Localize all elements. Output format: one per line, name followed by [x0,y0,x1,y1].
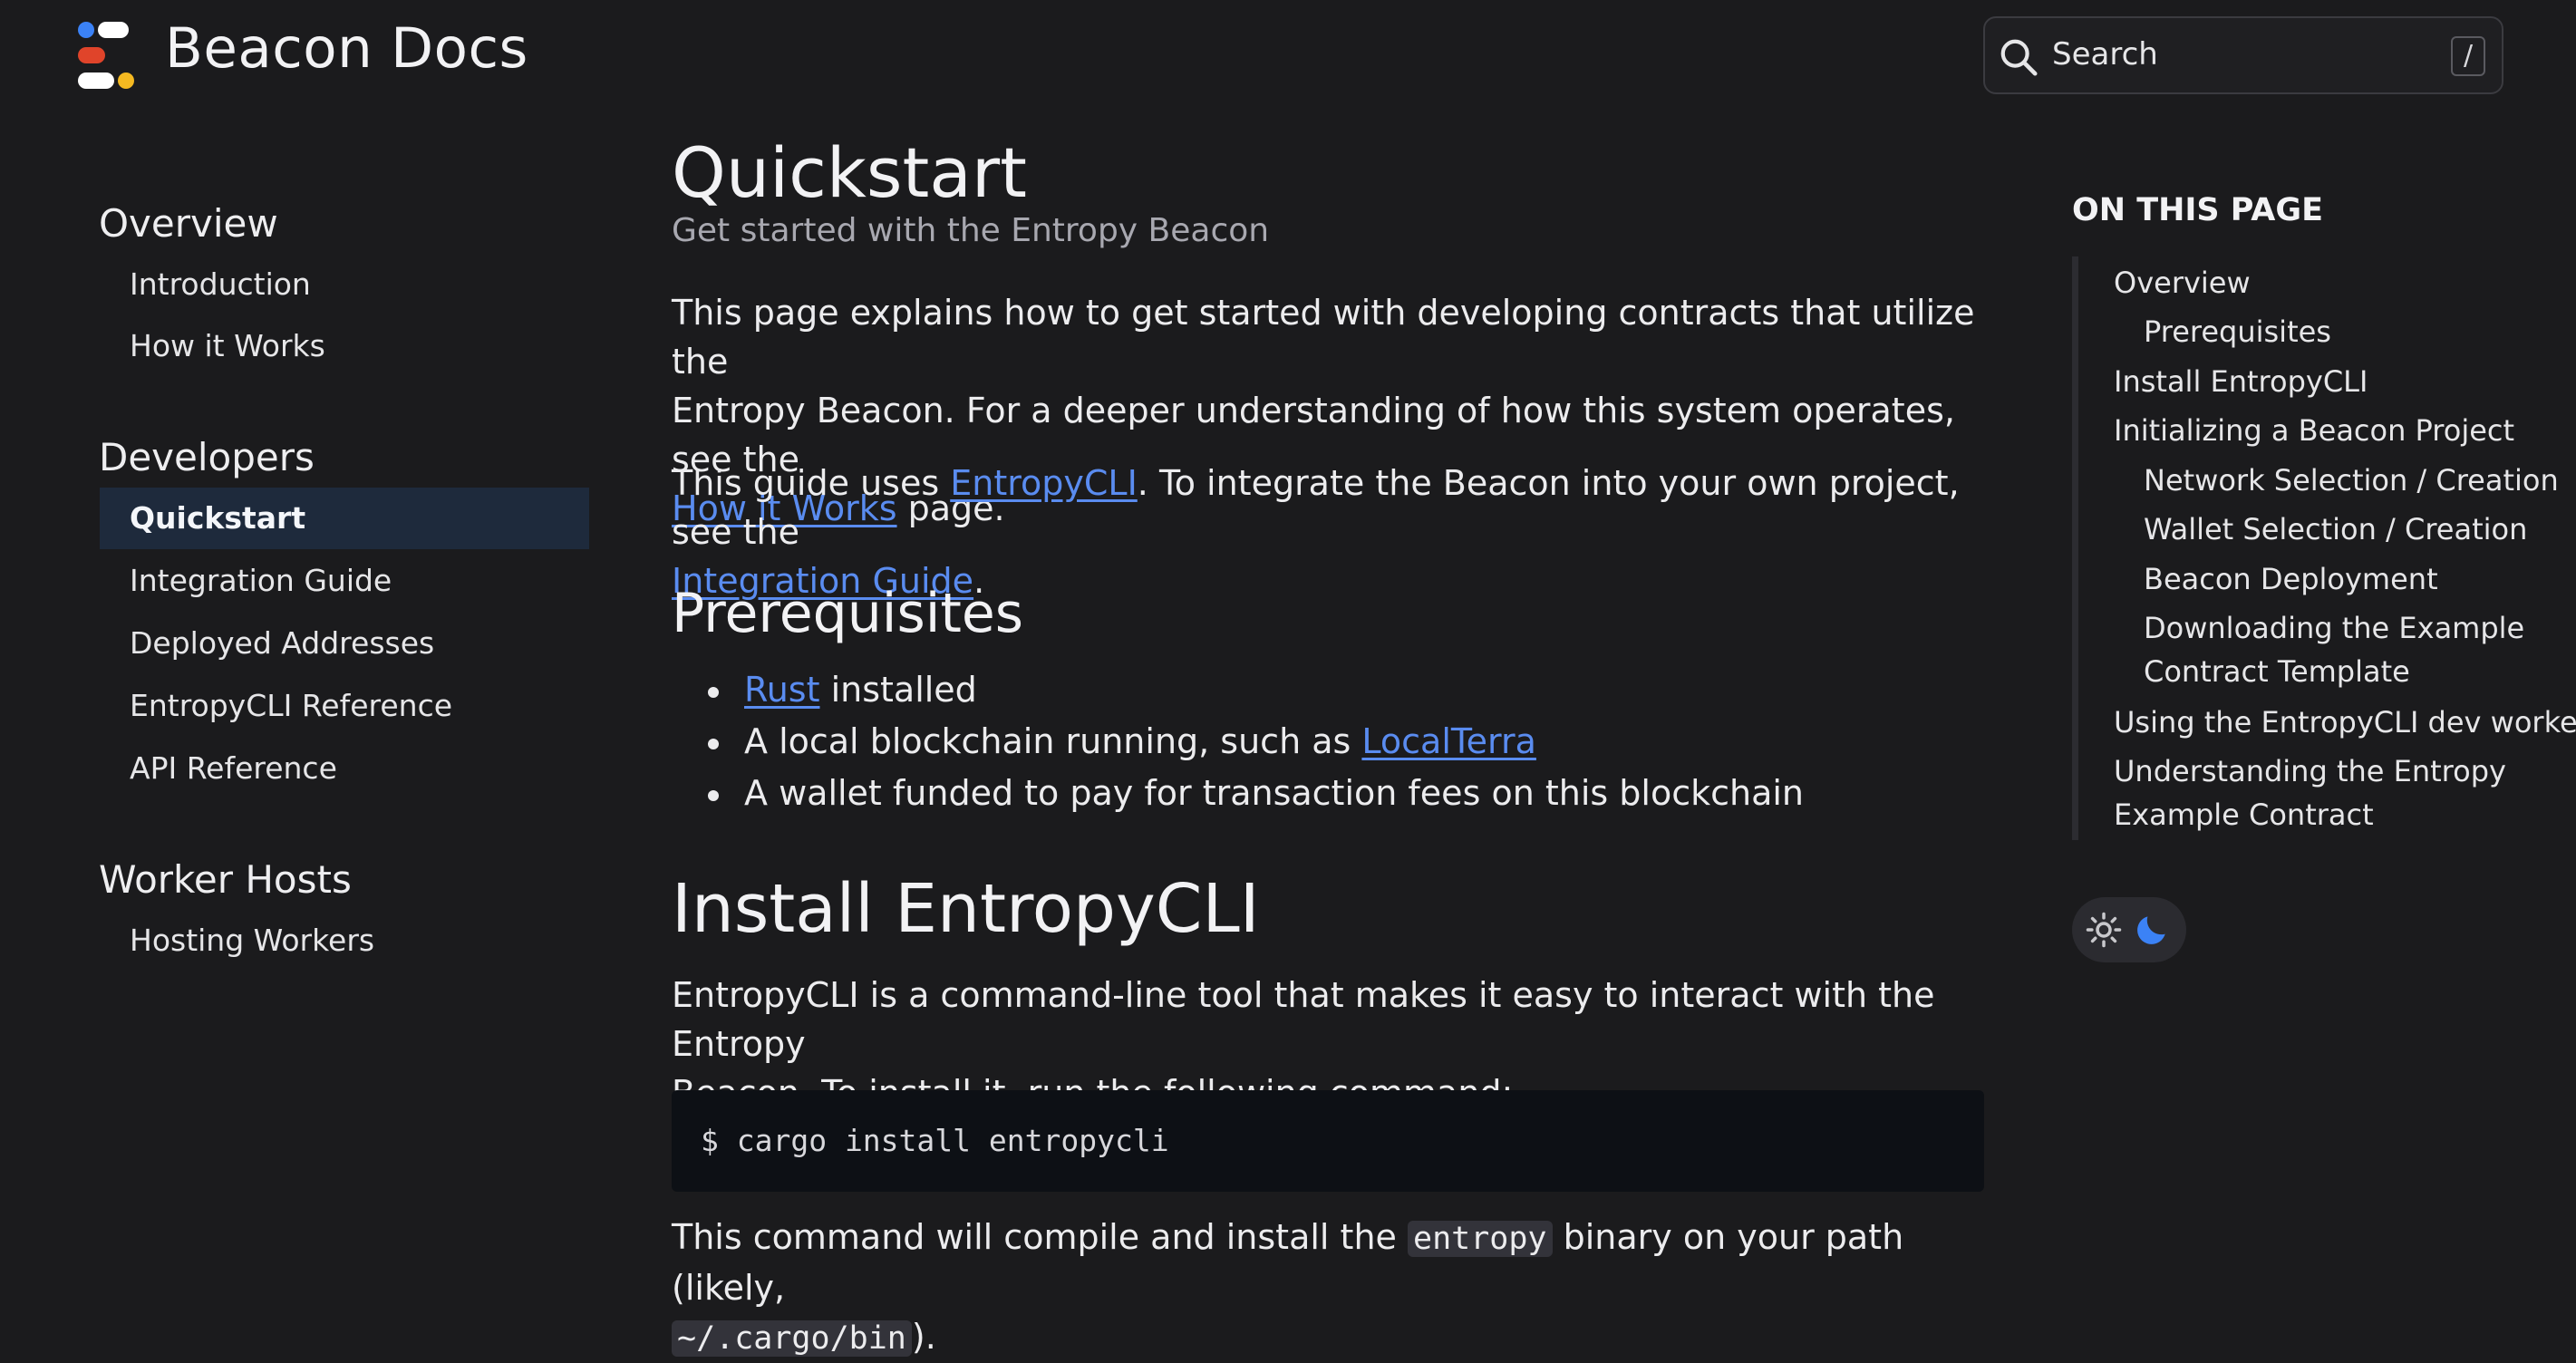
inline-code-cargo-bin: ~/.cargo/bin [672,1320,912,1357]
logo-bar-white-bottom [78,72,114,89]
entropycli-link[interactable]: EntropyCLI [950,463,1138,503]
logo-bar-red [78,47,105,63]
sidebar-section-worker-hosts: Worker Hosts [99,857,352,902]
install-command-codeblock[interactable]: $ cargo install entropycli [672,1090,1984,1192]
page-title: Quickstart [672,132,1027,213]
moon-icon[interactable] [2132,910,2172,950]
sidebar-section-developers: Developers [99,435,315,479]
prerequisites-list: Rust installed A local blockchain runnin… [708,664,1804,819]
local-blockchain-text: A local blockchain running, such as [744,721,1362,761]
toc-item-install-entropycli[interactable]: Install EntropyCLI [2114,360,2368,403]
logo-dot-yellow [118,72,134,89]
logo-dot-blue [78,22,94,38]
binary-after: ). [911,1317,936,1357]
logo-bar-white-top [98,22,129,38]
page-subtitle: Get started with the Entropy Beacon [672,212,1270,249]
brand-title[interactable]: Beacon Docs [165,16,528,81]
list-item: A local blockchain running, such as Loca… [708,716,1804,768]
list-item: Rust installed [708,664,1804,716]
sidebar-item-deployed-addresses[interactable]: Deployed Addresses [100,613,589,674]
heading-prerequisites: Prerequisites [672,582,1024,645]
inline-code-entropy: entropy [1408,1221,1553,1257]
sidebar-item-quickstart[interactable]: Quickstart [100,488,589,549]
toc-item-downloading-example[interactable]: Downloading the Example [2144,606,2524,650]
toc-divider [2072,256,2078,840]
toc-title: ON THIS PAGE [2072,192,2323,228]
sidebar-item-hosting-workers[interactable]: Hosting Workers [100,910,589,972]
search-placeholder: Search [2052,36,2158,72]
install-line-1: EntropyCLI is a command-line tool that m… [672,975,1935,1064]
binary-paragraph: This command will compile and install th… [672,1213,1986,1363]
toc-item-understanding-entropy[interactable]: Understanding the Entropy [2114,749,2506,793]
toc-item-entropycli-dev-worker[interactable]: Using the EntropyCLI dev worker [2114,701,2576,744]
localterra-link[interactable]: LocalTerra [1361,721,1536,761]
search-shortcut-key: / [2451,36,2485,76]
rust-installed-text: installed [819,670,977,710]
toc-item-contract-template[interactable]: Contract Template [2144,650,2410,693]
search-icon [2000,39,2038,76]
sidebar-item-integration-guide[interactable]: Integration Guide [100,550,589,612]
wallet-funded-text: A wallet funded to pay for transaction f… [744,773,1805,813]
sidebar-item-introduction[interactable]: Introduction [100,254,589,315]
intro-line-1: This page explains how to get started wi… [672,293,1975,382]
list-item: A wallet funded to pay for transaction f… [708,768,1804,819]
toc-item-beacon-deployment[interactable]: Beacon Deployment [2144,557,2438,601]
toc-item-overview[interactable]: Overview [2114,261,2251,304]
toc-item-initializing-beacon-project[interactable]: Initializing a Beacon Project [2114,409,2514,452]
sidebar-item-how-it-works[interactable]: How it Works [100,315,589,377]
heading-install-entropycli: Install EntropyCLI [672,870,1260,948]
search-box[interactable]: Search / [1983,16,2503,94]
sidebar-section-overview: Overview [99,201,278,246]
toc-item-prerequisites[interactable]: Prerequisites [2144,310,2331,353]
toc-item-network-selection[interactable]: Network Selection / Creation [2144,459,2559,502]
toc-item-example-contract[interactable]: Example Contract [2114,793,2374,836]
beacon-logo[interactable] [78,22,134,91]
sidebar-item-entropycli-reference[interactable]: EntropyCLI Reference [100,675,589,737]
sidebar-item-api-reference[interactable]: API Reference [100,738,589,799]
sun-icon[interactable] [2085,911,2123,949]
toc-item-wallet-selection[interactable]: Wallet Selection / Creation [2144,508,2527,551]
theme-toggle[interactable] [2072,897,2186,962]
guide-before: This guide uses [672,463,951,503]
rust-link[interactable]: Rust [744,670,819,710]
binary-before: This command will compile and install th… [672,1217,1408,1257]
